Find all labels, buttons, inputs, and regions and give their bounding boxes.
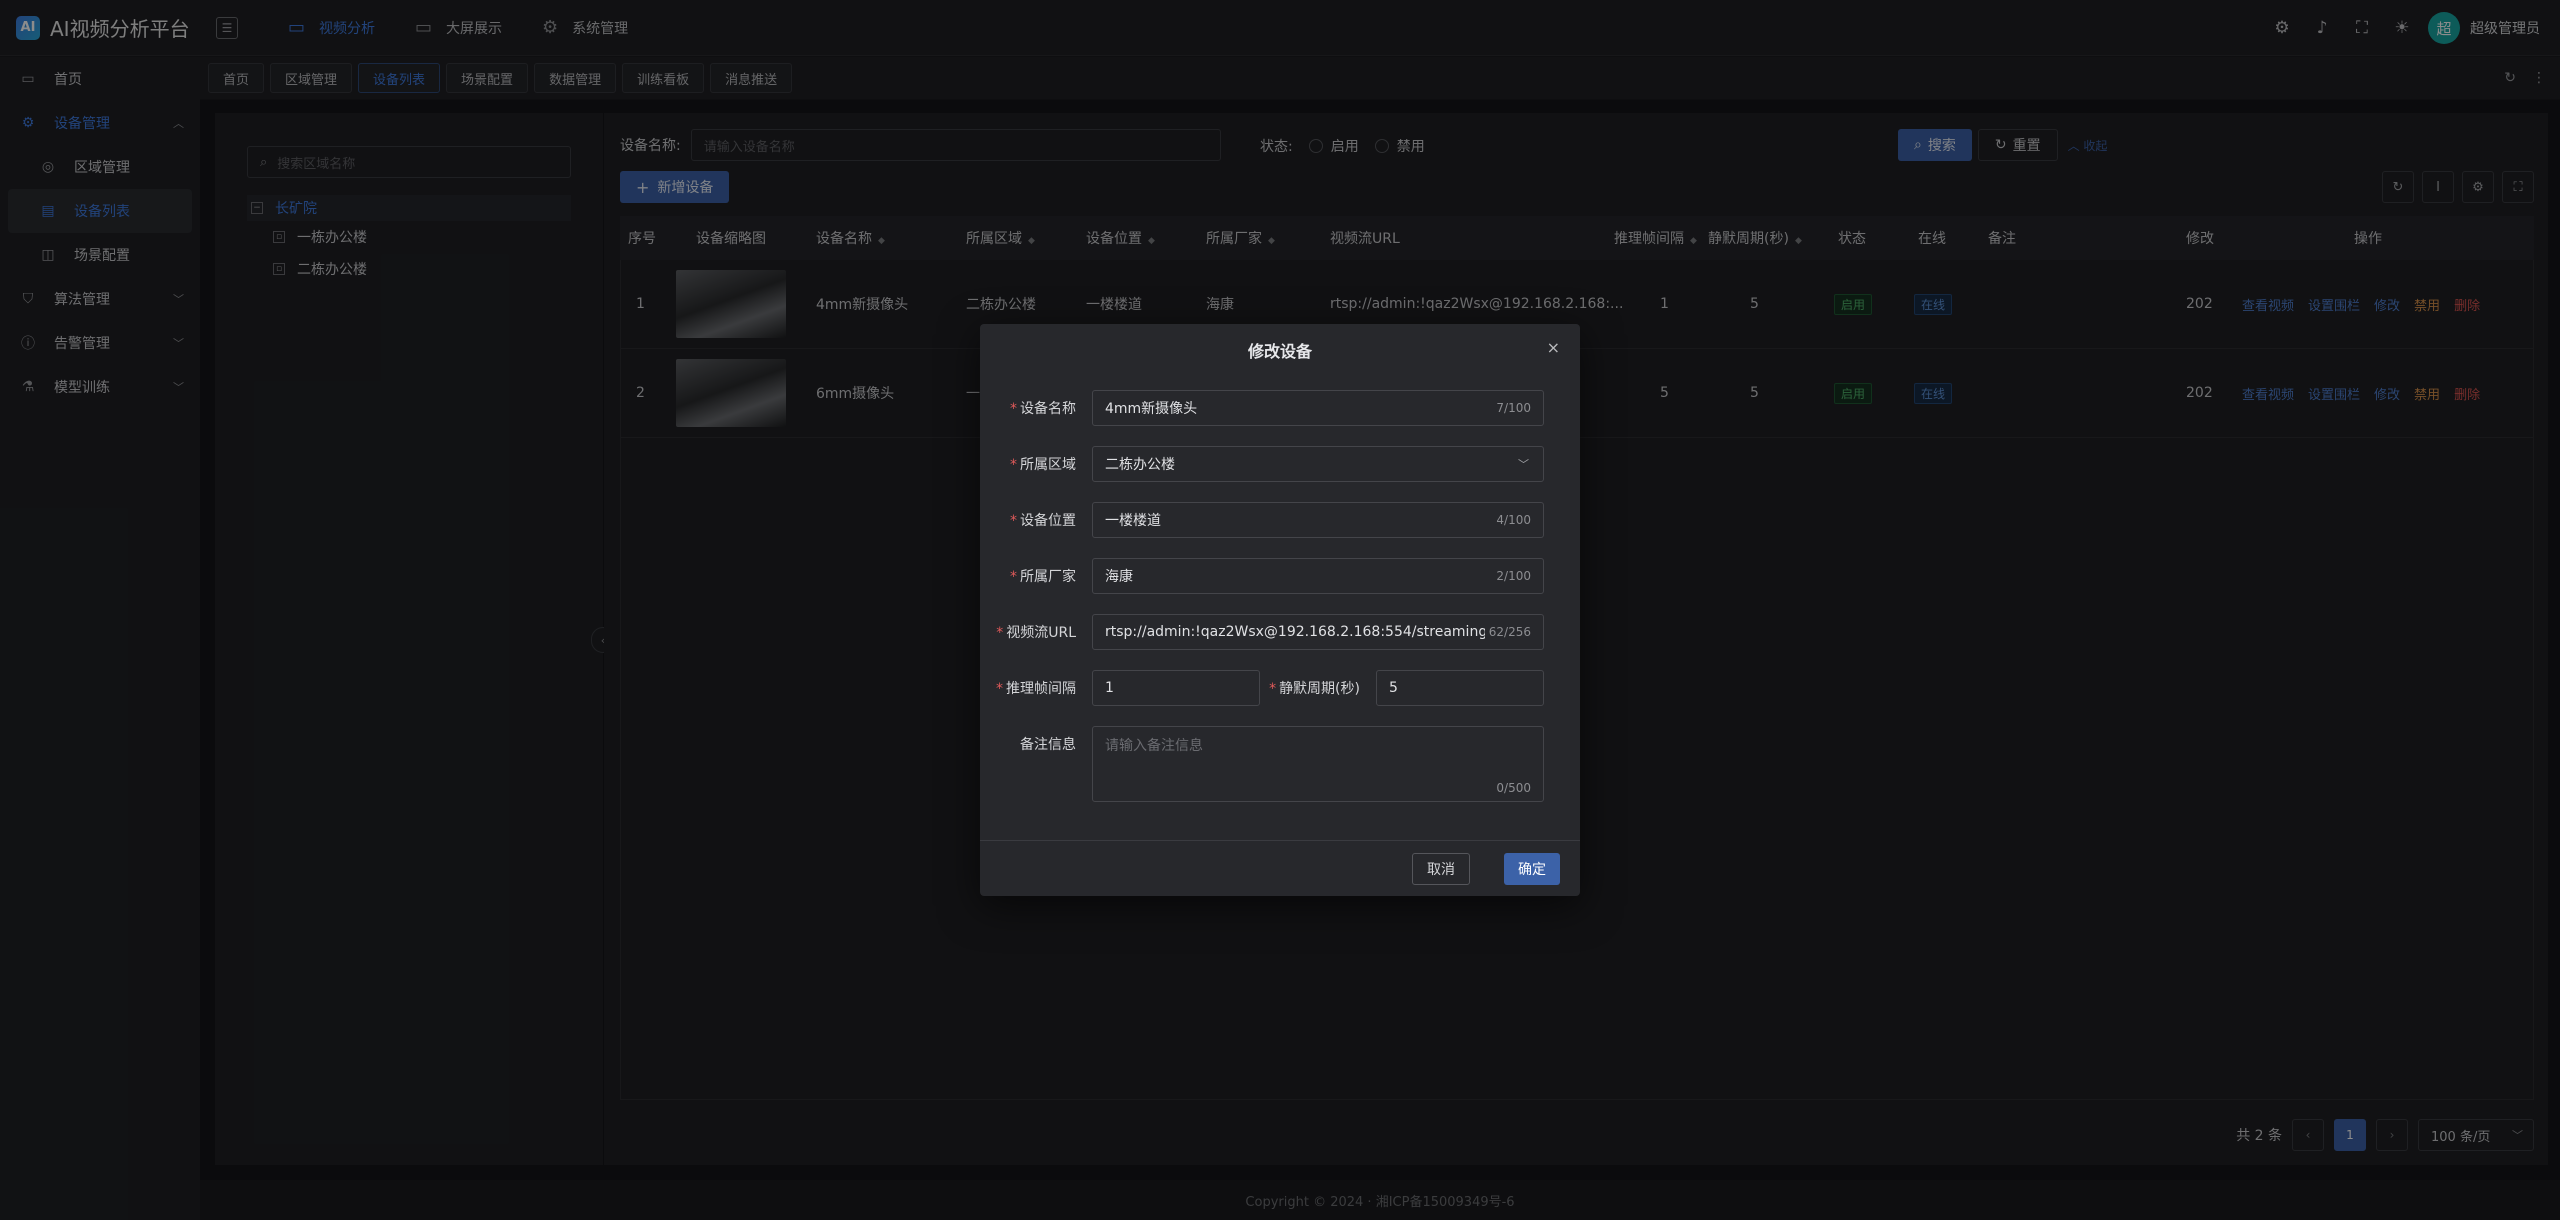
close-icon[interactable]: × <box>1547 338 1560 357</box>
field-value: 1 <box>1105 680 1114 696</box>
location-field[interactable]: 一楼楼道 4/100 <box>1092 502 1544 538</box>
form-label: 备注信息 <box>980 726 1092 754</box>
form-row-area: * 所属区域 二栋办公楼 ﹀ <box>980 446 1544 482</box>
interval-field[interactable]: 1 <box>1092 670 1260 706</box>
silence-period-field[interactable]: 5 <box>1376 670 1544 706</box>
form-label-text: 设备名称 <box>1020 401 1076 417</box>
form-label-text: 设备位置 <box>1020 513 1076 529</box>
char-count: 62/256 <box>1484 625 1531 639</box>
vendor-field[interactable]: 海康 2/100 <box>1092 558 1544 594</box>
form-label: * 推理帧间隔 <box>996 681 1076 697</box>
form-label: * 设备名称 <box>1010 401 1076 417</box>
dialog-title: 修改设备 <box>1247 342 1312 361</box>
form-label: * 所属区域 <box>1010 457 1076 473</box>
confirm-button[interactable]: 确定 <box>1504 853 1560 885</box>
field-value: 二栋办公楼 <box>1105 457 1175 473</box>
form-label: * 所属厂家 <box>1010 569 1076 585</box>
form-label-text: 所属厂家 <box>1020 569 1076 585</box>
char-count: 2/100 <box>1492 569 1531 583</box>
field-value: rtsp://admin:!qaz2Wsx@192.168.2.168:554/… <box>1105 624 1509 640</box>
remark-textarea[interactable]: 请输入备注信息 0/500 <box>1092 726 1544 802</box>
field-value: 一楼楼道 <box>1105 513 1161 529</box>
char-count: 7/100 <box>1492 401 1531 415</box>
form-label-text: 视频流URL <box>1006 625 1076 641</box>
form-label-text: 静默周期(秒) <box>1279 681 1360 697</box>
video-url-field[interactable]: rtsp://admin:!qaz2Wsx@192.168.2.168:554/… <box>1092 614 1544 650</box>
form-label-text: 推理帧间隔 <box>1006 681 1076 697</box>
chevron-down-icon: ﹀ <box>1518 458 1529 471</box>
form-label: * 视频流URL <box>996 625 1076 641</box>
form-row-name: * 设备名称 4mm新摄像头 7/100 <box>980 390 1544 426</box>
field-value: 4mm新摄像头 <box>1105 401 1198 417</box>
edit-device-dialog: 修改设备 × * 设备名称 4mm新摄像头 7/100 * 所属区域 二栋办公楼 ﹀… <box>980 324 1580 896</box>
remark-placeholder: 请输入备注信息 <box>1105 738 1203 754</box>
cancel-button[interactable]: 取消 <box>1412 853 1470 885</box>
form-row-interval: * 推理帧间隔 1 * 静默周期(秒) 5 <box>980 670 1544 706</box>
form-row-remark: 备注信息 请输入备注信息 0/500 <box>980 726 1544 802</box>
dialog-divider <box>980 840 1580 841</box>
form-label-text: 所属区域 <box>1020 457 1076 473</box>
form-label-text: 备注信息 <box>1020 737 1076 753</box>
char-count: 4/100 <box>1492 513 1531 527</box>
form-row-url: * 视频流URL rtsp://admin:!qaz2Wsx@192.168.2.… <box>980 614 1544 650</box>
char-count: 0/500 <box>1492 781 1531 795</box>
form-row-vendor: * 所属厂家 海康 2/100 <box>980 558 1544 594</box>
form-label: * 设备位置 <box>1010 513 1076 529</box>
form-row-location: * 设备位置 一楼楼道 4/100 <box>980 502 1544 538</box>
area-select[interactable]: 二栋办公楼 ﹀ <box>1092 446 1544 482</box>
field-value: 海康 <box>1105 569 1133 585</box>
field-value: 5 <box>1389 680 1398 696</box>
form-label: * 静默周期(秒) <box>1269 681 1360 697</box>
device-name-field[interactable]: 4mm新摄像头 7/100 <box>1092 390 1544 426</box>
